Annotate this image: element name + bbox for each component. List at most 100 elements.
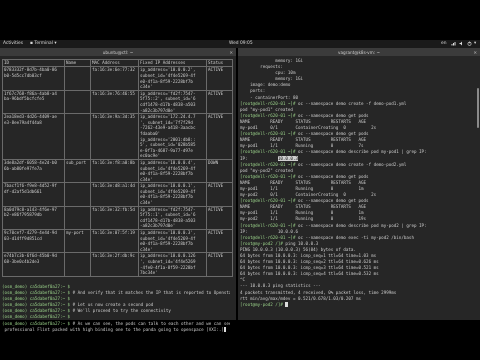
cell-status: ACTIVE — [206, 205, 233, 231]
output-text: my-pod1 1/1 Running 0 1m — [240, 185, 364, 191]
app-menu[interactable]: ▪ Terminal ▾ — [30, 41, 57, 46]
output-text: my-pod2 0/1 ContainerCreating 0 2s — [240, 192, 377, 198]
cell-mac-value: fa:16:3e:2f:db:9c — [92, 253, 135, 259]
cell-fixed-ips-line: ip_address='10.0.0.3', — [140, 230, 196, 236]
cell-id-line: 6b-ab80fe97fe7a — [4, 165, 42, 171]
cell-status: ACTIVE — [206, 66, 233, 91]
shell-prompt: (osm_demo) ca5dabef0a27:~ $ — [2, 320, 73, 326]
cell-name — [64, 89, 91, 115]
cell-fixed-ips-line: cdf1478-d17b-4838-a503 — [140, 101, 196, 107]
output-text: 64 bytes from 10.0.0.3: icmp_seq=3 ttl=6… — [240, 265, 379, 271]
cell-id-line: 03-d14ff9d851cd — [4, 235, 42, 241]
cell-name-value — [66, 115, 89, 120]
shell-command: oc --namespace demo describe pod my-pod2… — [295, 222, 427, 228]
table-row: 7bacf1f6-f9e8-4d52-9f df-d2af5d1db661 fa:1… — [2, 182, 233, 207]
right-scrollbar[interactable] — [477, 88, 479, 128]
cell-status: ACTIVE — [206, 113, 233, 160]
cell-fixed-ips: ip_address='10.0.0.126 ', subnet_id='4f4e… — [138, 252, 207, 277]
shell-prompt: [root@dell-r620-01 ~]# — [240, 198, 296, 204]
output-text: PING 10.0.0.3 (10.0.0.3) 56(84) bytes of… — [240, 246, 356, 252]
port-table-header: ID Name MAC Address Fixed IP Addresses S… — [2, 58, 233, 68]
language-indicator[interactable]: en — [441, 41, 446, 46]
table-row: 9c70cef7-4279-4e4d-9d 03-d14ff9d851cd my-p… — [2, 229, 233, 254]
cell-id: 0783332f-8d7b-4ba0-86 b0-5d5cc7db03cf — [2, 66, 65, 91]
cell-mac: fa:16:3e:2f:db:9c — [90, 252, 139, 277]
volume-icon[interactable] — [459, 41, 464, 46]
chevron-down-icon: ▾ — [54, 41, 57, 47]
cell-name-value — [66, 68, 89, 73]
cell-id: 8a0d79c8-a143-4f6e-97 b2-e86f795879db — [2, 205, 65, 231]
cell-mac: fa:16:3e:6e:77:32 — [90, 66, 139, 91]
output-text: --- 10.0.0.3 ping statistics --- — [240, 283, 321, 289]
left-shell-output: (osm_demo) ca5dabef0a27:~ $ (osm_demo) c… — [2, 284, 230, 333]
cell-fixed-ips-line: 7bc34e' — [140, 270, 158, 276]
activities-button[interactable]: Activities — [3, 41, 23, 46]
shell-prompt: (osm_demo) ca5dabef0a27:~ $ — [2, 302, 73, 308]
cell-status-value: ACTIVE — [208, 90, 224, 96]
shell-prompt: [root@my-pod2 /]# — [240, 240, 283, 246]
cell-mac: fa:16:3e:76:46:55 — [90, 89, 139, 115]
shell-command: oc --namespace demo get pods — [295, 173, 369, 179]
column-header-fixed-ips: Fixed IP Addresses — [138, 58, 207, 68]
shell-prompt: (osm_demo) ca5dabef0a27:~ $ — [2, 284, 73, 289]
cell-mac-value: fa:16:3e:f8:a0:8b — [92, 159, 135, 165]
shell-command: oc --namespace demo exec -ti my-pod2 /bi… — [295, 234, 414, 240]
close-icon[interactable]: ✕ — [473, 50, 477, 55]
column-header-mac: MAC Address — [90, 58, 139, 68]
terminal-icon: ▪ — [30, 41, 33, 47]
shell-prompt: [root@dell-r620-01 ~]# — [240, 149, 296, 155]
output-text: requests: — [240, 64, 283, 70]
output-text: - containerPort: 80 — [240, 94, 298, 100]
cell-status-value: ACTIVE — [208, 67, 224, 73]
left-terminal-content[interactable]: ID Name MAC Address Fixed IP Addresses S… — [2, 57, 233, 332]
cell-fixed-ips-line: c34e' — [140, 176, 153, 182]
cell-mac-value: fa:16:3e:9a:3d:35 — [92, 114, 135, 120]
output-text: memory: 1Gi — [240, 58, 304, 63]
cell-fixed-ips: ip_address='172.24.4.7 ', subnet_id='7f7f… — [138, 113, 207, 160]
cell-status: DOWN — [206, 158, 233, 184]
cell-fixed-ips-line: ip_address='172.24.4.7 — [140, 114, 196, 120]
cell-fixed-ips-line: -a82c3b797d0e' — [140, 107, 176, 113]
shell-prompt: (osm_demo) ca5dabef0a27:~ $ — [2, 308, 73, 314]
cell-status: ACTIVE — [206, 89, 233, 115]
text-cursor — [285, 301, 288, 307]
cell-name: my-port — [64, 229, 91, 254]
shell-command: # Let us now create a second pod — [72, 302, 154, 308]
output-text: my-pod1 1/1 Running 0 1m — [240, 210, 364, 216]
output-text: pod "my-pod1" created — [240, 106, 293, 112]
power-icon[interactable] — [467, 41, 472, 46]
output-text: NAME READY STATUS RESTARTS AGE — [240, 118, 367, 124]
cell-id-line: 68-3be0c4b2de3 — [4, 259, 40, 264]
output-text: ^C — [240, 277, 246, 283]
cell-name — [64, 66, 91, 91]
network-icon[interactable] — [451, 41, 456, 46]
cell-mac-value: fa:16:3e:76:46:55 — [92, 90, 135, 96]
cell-mac-value: fa:16:3e:d8:a1:4d — [92, 183, 135, 189]
left-terminal-window: ubuntu@ctl: ~ ✕ ID Name MAC Address Fixe… — [0, 48, 236, 332]
shell-prompt: (osm_demo) ca5dabef0a27:~ $ — [2, 314, 73, 320]
cell-mac: fa:16:3e:32:fb:5d — [90, 205, 139, 231]
shell-command: # And verify that it matches the IP that… — [72, 290, 230, 296]
terminal-line: [root@my-pod2 /]# — [240, 301, 474, 308]
right-window-title: vagrant@k8s-vm: ~ — [338, 49, 380, 55]
shell-prompt: [root@dell-r620-01 ~]# — [240, 222, 296, 228]
clock[interactable]: Wed 09:05 — [229, 41, 253, 46]
cell-fixed-ips: ip_address='10.0.0.4', subnet_id='4f4e526… — [138, 158, 207, 184]
shell-command: oc --namespace demo get pods — [295, 131, 369, 137]
cell-fixed-ips-line: ', subnet_id='4f4e5269 — [140, 259, 196, 264]
cell-fixed-ips-line: subnet_id='4f4e5269-4f — [140, 73, 196, 78]
left-window-titlebar: ubuntu@ctl: ~ ✕ — [0, 48, 236, 56]
close-icon[interactable]: ✕ — [229, 50, 233, 55]
output-text: NAME READY STATUS RESTARTS AGE — [240, 204, 367, 210]
cell-fixed-ips-line: c34e' — [140, 246, 153, 252]
table-row: 8a0d79c8-a143-4f6e-97 b2-e86f795879db fa:1… — [2, 205, 233, 231]
right-terminal-window: vagrant@k8s-vm: ~ ✕ memory: 1Gi requests… — [238, 48, 480, 320]
highlighted-ip: 10.0.0.3 — [277, 155, 298, 161]
shell-prompt: [root@dell-r620-01 ~]# — [240, 161, 296, 167]
cell-name — [64, 252, 91, 277]
shell-command: oc --namespace demo create -f demo-pod1.… — [295, 100, 407, 106]
right-terminal-content[interactable]: memory: 1Gi requests: cpu: 10m memory: 1… — [240, 58, 474, 320]
output-text: image: demo:demo — [240, 82, 291, 88]
cell-status-value: ACTIVE — [208, 253, 224, 259]
system-menu-chevron-icon[interactable]: ▾ — [474, 41, 476, 46]
